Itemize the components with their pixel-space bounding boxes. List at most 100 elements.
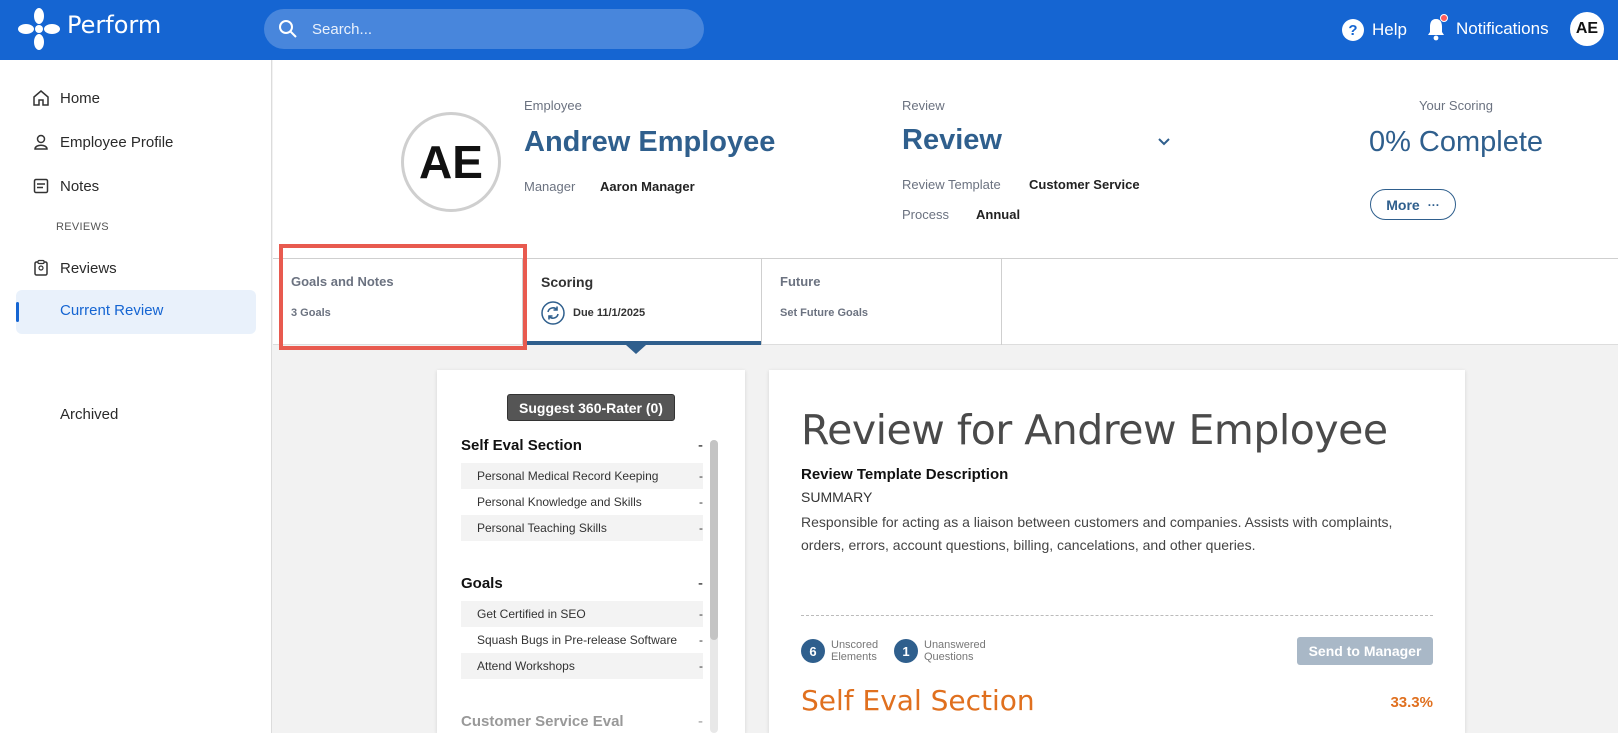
tab-title: Scoring (541, 274, 594, 290)
item-dash: - (699, 521, 703, 535)
description-heading: Review Template Description (801, 466, 1009, 483)
sidebar-item-label: Reviews (60, 259, 117, 277)
your-scoring-label: Your Scoring (1419, 98, 1493, 113)
sidebar-item-employee-profile[interactable]: Employee Profile (16, 124, 173, 160)
review-selector[interactable]: Review (902, 124, 1002, 157)
outline-item[interactable]: Get Certified in SEO - (461, 601, 703, 627)
home-icon (33, 90, 49, 106)
process-value: Annual (976, 207, 1021, 222)
more-button[interactable]: More ··· (1370, 189, 1456, 220)
collapse-icon[interactable]: - (698, 575, 703, 592)
manager-label: Manager (524, 179, 576, 194)
outline-item[interactable]: Attend Workshops - (461, 653, 703, 679)
notification-dot (1440, 14, 1448, 22)
outline-item-label: Personal Medical Record Keeping (477, 469, 659, 483)
notes-icon (33, 178, 49, 194)
outline-item-label: Personal Knowledge and Skills (477, 495, 642, 509)
outline-scrollbar[interactable] (710, 440, 718, 733)
section-percent: 33.3% (1390, 694, 1433, 711)
reviews-icon (34, 259, 48, 276)
unanswered-label-line1: Unanswered (924, 639, 986, 651)
outline-item[interactable]: Personal Knowledge and Skills - (461, 489, 703, 515)
manager-name: Aaron Manager (600, 179, 695, 194)
review-outline-panel: Suggest 360-Rater (0) Self Eval Section … (437, 370, 745, 733)
review-main-panel: Review for Andrew Employee Review Templa… (769, 370, 1465, 733)
top-bar: Perform ? Help Notifications AE (0, 0, 1618, 60)
send-to-manager-button[interactable]: Send to Manager (1297, 637, 1433, 665)
template-description: Responsible for acting as a liaison betw… (801, 514, 1393, 553)
outline-item-label: Get Certified in SEO (477, 607, 586, 621)
sidebar-item-label: Current Review (60, 302, 164, 319)
user-avatar[interactable]: AE (1570, 12, 1604, 46)
outline-section-title: Goals (461, 575, 503, 592)
employee-label: Employee (524, 98, 582, 113)
active-tab-caret (626, 345, 646, 354)
ellipsis-icon: ··· (1427, 197, 1440, 212)
unanswered-count-badge: 1 (894, 639, 918, 663)
sidebar-item-label: Employee Profile (60, 133, 174, 151)
outline-section-title: Self Eval Section (461, 437, 582, 454)
review-template-value: Customer Service (1029, 177, 1140, 192)
help-icon: ? (1342, 19, 1364, 41)
sidebar-item-reviews[interactable]: Reviews (16, 250, 117, 286)
item-dash: - (699, 469, 703, 483)
outline-section-goals[interactable]: Goals - (461, 575, 703, 601)
tab-subtitle: Set Future Goals (780, 307, 869, 319)
scoring-complete: 0% Complete (1368, 126, 1544, 158)
employee-name: Andrew Employee (524, 126, 776, 158)
outline-item-label: Personal Teaching Skills (477, 521, 607, 535)
outline-item-label: Attend Workshops (477, 659, 575, 673)
outline-item[interactable]: Personal Teaching Skills - (461, 515, 703, 541)
unanswered-questions-stat: 1 Unanswered Questions (894, 636, 1004, 666)
item-dash: - (699, 659, 703, 673)
sidebar-item-label: Notes (60, 177, 100, 195)
collapse-icon[interactable]: - (698, 437, 703, 454)
outline-item[interactable]: Personal Medical Record Keeping - (461, 463, 703, 489)
notifications-button[interactable]: Notifications (1426, 14, 1549, 44)
review-heading: Review for Andrew Employee (801, 406, 1388, 454)
help-label: Help (1372, 20, 1407, 39)
unscored-elements-stat: 6 Unscored Elements (801, 636, 891, 666)
perform-logo-icon[interactable] (16, 6, 62, 52)
sidebar-item-archived[interactable]: Archived (60, 406, 118, 423)
tab-title: Future (780, 274, 821, 289)
outline-item[interactable]: Squash Bugs in Pre-release Software - (461, 627, 703, 653)
person-icon (34, 134, 48, 150)
search-icon (279, 20, 297, 38)
process-label: Process (902, 207, 949, 222)
suggest-360-rater-button[interactable]: Suggest 360-Rater (0) (507, 394, 675, 421)
outline-section-self-eval[interactable]: Self Eval Section - (461, 437, 703, 463)
more-label: More (1386, 196, 1420, 213)
highlight-annotation (279, 244, 527, 350)
tab-scoring[interactable]: Scoring Due 11/1/2025 (523, 259, 762, 354)
search-bar[interactable] (264, 9, 704, 49)
active-indicator (16, 302, 19, 322)
review-header: AE Employee Andrew Employee Manager Aaro… (273, 60, 1618, 259)
unscored-label-line1: Unscored (831, 639, 879, 651)
item-dash: - (699, 633, 703, 647)
notifications-label: Notifications (1456, 19, 1549, 38)
sidebar-item-notes[interactable]: Notes (16, 168, 99, 204)
sidebar-item-label: Home (60, 89, 101, 107)
search-input[interactable] (312, 9, 692, 49)
tab-subtitle: Due 11/1/2025 (573, 307, 646, 319)
unscored-label-line2: Elements (831, 651, 877, 663)
scrollbar-thumb[interactable] (710, 440, 718, 640)
sidebar-item-current-review[interactable]: Current Review (16, 290, 256, 334)
section-title: Self Eval Section (801, 684, 1035, 717)
tab-future[interactable]: Future Set Future Goals (762, 259, 1002, 345)
review-template-label: Review Template (902, 177, 1001, 192)
outline-item-label: Squash Bugs in Pre-release Software (477, 633, 678, 647)
help-button[interactable]: ? Help (1342, 16, 1407, 44)
unscored-count-badge: 6 (801, 639, 825, 663)
collapse-icon[interactable]: - (698, 713, 703, 730)
brand-name[interactable]: Perform (67, 11, 161, 39)
outline-section-customer-service-eval[interactable]: Customer Service Eval - (461, 713, 703, 733)
outline-section-title: Customer Service Eval (461, 713, 624, 730)
review-label: Review (902, 98, 945, 113)
summary-label: SUMMARY (801, 489, 873, 505)
employee-avatar: AE (401, 112, 501, 212)
chevron-down-icon[interactable] (1157, 137, 1171, 147)
sidebar-item-home[interactable]: Home (16, 80, 100, 116)
unanswered-label-line2: Questions (924, 651, 974, 663)
